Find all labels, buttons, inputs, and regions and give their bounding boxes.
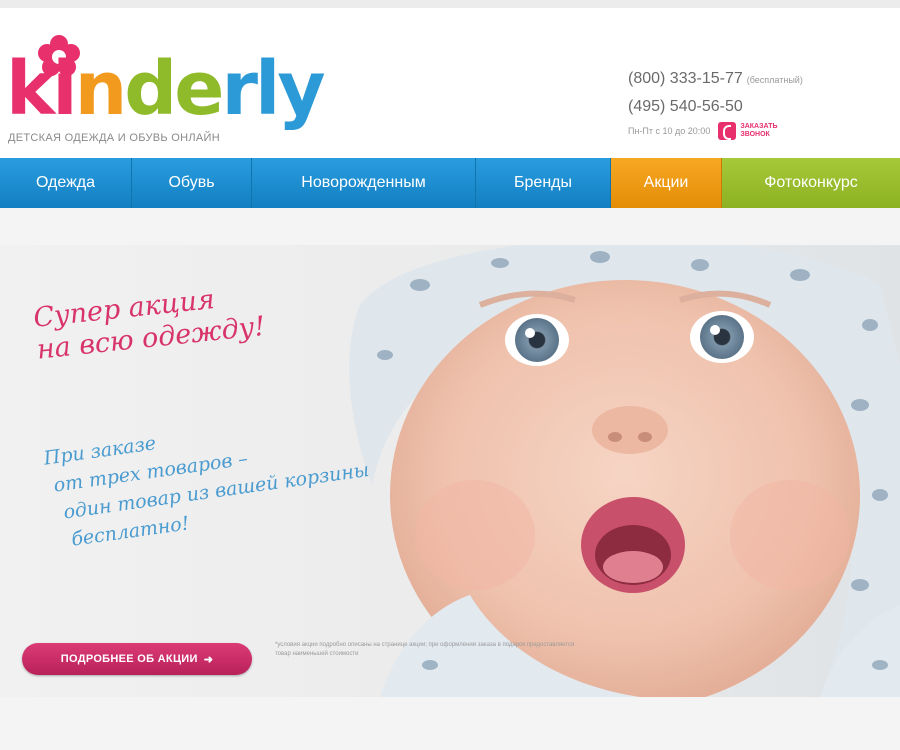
arrow-right-icon: ➜ <box>203 653 214 666</box>
hours-row: Пн-Пт с 10 до 20:00 ЗАКАЗАТЬ ЗВОНОК <box>628 122 878 140</box>
logo-subtitle: ДЕТСКАЯ ОДЕЖДА И ОБУВЬ ОНЛАЙН <box>8 132 220 144</box>
phone-note: (бесплатный) <box>746 75 803 85</box>
logo-letter: y <box>277 46 325 132</box>
logo-letter: l <box>254 46 280 132</box>
nav-item-promotions[interactable]: Акции <box>611 158 722 208</box>
contacts-block: (800) 333-15-77 (бесплатный) (495) 540-56… <box>628 70 878 140</box>
phone-line-free: (800) 333-15-77 (бесплатный) <box>628 70 878 88</box>
logo[interactable]: kinderly ДЕТСКАЯ ОДЕЖДА И ОБУВЬ ОНЛАЙН <box>6 34 326 154</box>
logo-letter: e <box>174 46 224 132</box>
nav-item-photo-contest[interactable]: Фотоконкурс <box>722 158 900 208</box>
site-header: kinderly ДЕТСКАЯ ОДЕЖДА И ОБУВЬ ОНЛАЙН (… <box>0 0 900 158</box>
promo-details-button[interactable]: ПОДРОБНЕЕ ОБ АКЦИИ ➜ <box>22 643 252 675</box>
promo-banner[interactable]: Супер акция на всю одежду! При заказе от… <box>0 245 900 697</box>
main-nav: Одежда Обувь Новорожденным Бренды Акции … <box>0 158 900 208</box>
nav-item-clothes[interactable]: Одежда <box>0 158 132 208</box>
working-hours: Пн-Пт с 10 до 20:00 <box>628 126 711 136</box>
nav-item-shoes[interactable]: Обувь <box>132 158 252 208</box>
nav-item-newborns[interactable]: Новорожденным <box>252 158 476 208</box>
logo-letter: d <box>124 46 177 132</box>
callback-button[interactable]: ЗАКАЗАТЬ ЗВОНОК <box>718 122 788 140</box>
promo-details-label: ПОДРОБНЕЕ ОБ АКЦИИ <box>60 653 198 665</box>
logo-wordmark: kinderly <box>6 46 326 132</box>
page: kinderly ДЕТСКАЯ ОДЕЖДА И ОБУВЬ ОНЛАЙН (… <box>0 0 900 750</box>
promo-footnote: *условия акции подробно описаны на стран… <box>275 642 575 657</box>
logo-letter: n <box>74 46 128 132</box>
callback-label: ЗАКАЗАТЬ ЗВОНОК <box>740 123 778 138</box>
phone-number-moscow[interactable]: (495) 540-56-50 <box>628 98 743 115</box>
phone-line-moscow: (495) 540-56-50 <box>628 98 878 116</box>
phone-icon <box>718 122 737 140</box>
phone-number-free[interactable]: (800) 333-15-77 <box>628 70 743 87</box>
logo-letter: i <box>52 46 77 132</box>
nav-item-brands[interactable]: Бренды <box>476 158 611 208</box>
logo-letter: k <box>6 46 55 132</box>
logo-letter: r <box>221 46 257 132</box>
